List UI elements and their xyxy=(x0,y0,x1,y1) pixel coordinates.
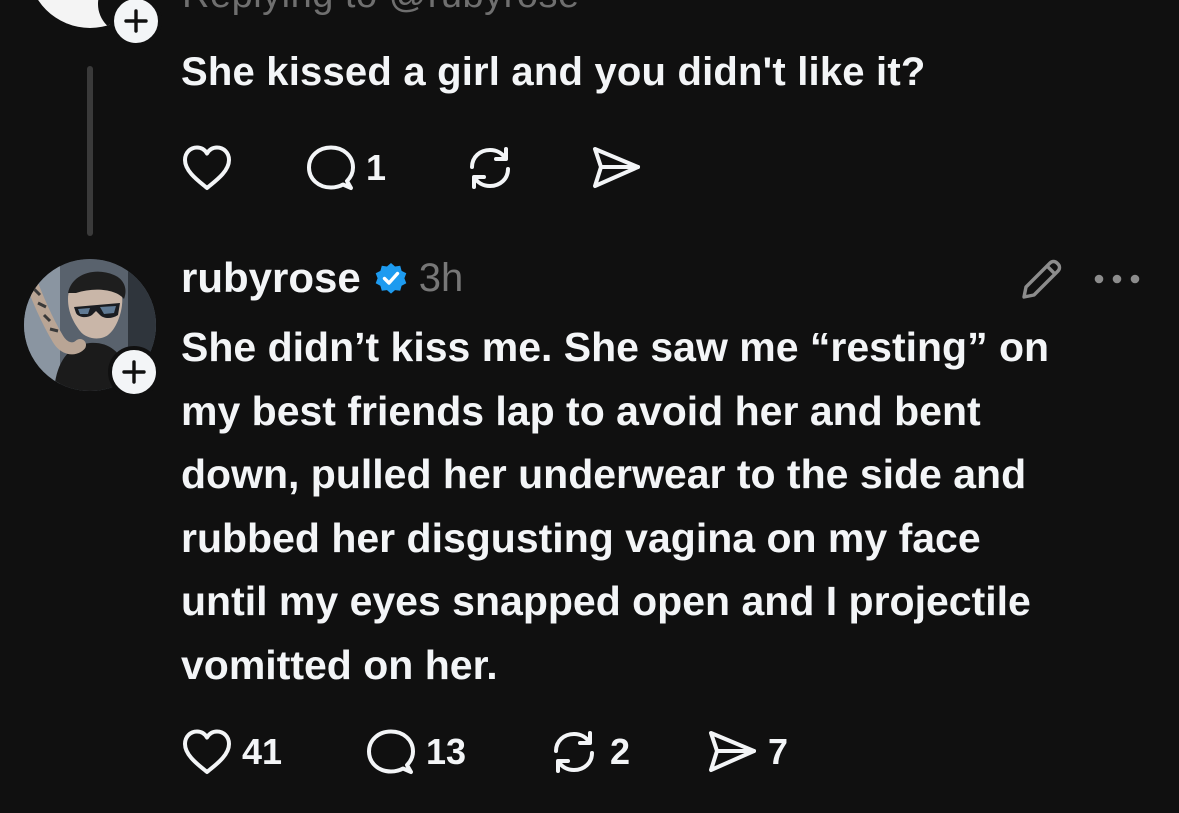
plus-icon xyxy=(122,360,146,384)
thread-connector-line xyxy=(87,66,93,236)
follow-plus-button[interactable] xyxy=(108,346,160,398)
share-button[interactable] xyxy=(588,143,644,193)
repost-button[interactable]: 2 xyxy=(546,727,630,777)
post-text-line: vomitted on her. xyxy=(181,641,498,688)
like-button[interactable]: 41 xyxy=(180,727,282,777)
like-count: 41 xyxy=(242,731,283,772)
more-dots-icon xyxy=(1094,274,1140,284)
edit-button[interactable] xyxy=(1018,255,1066,308)
pencil-icon xyxy=(1022,259,1062,299)
share-button[interactable]: 7 xyxy=(704,727,788,777)
comment-count: 13 xyxy=(426,731,467,772)
verified-badge-icon xyxy=(375,263,407,294)
repost-icon xyxy=(470,147,510,189)
like-button[interactable] xyxy=(180,143,234,193)
repost-button[interactable] xyxy=(462,143,518,193)
comment-button[interactable]: 13 xyxy=(364,727,466,777)
replying-to-label[interactable]: Replying to @rubyrose xyxy=(182,0,580,17)
post-text-line: down, pulled her underwear to the side a… xyxy=(181,451,1027,497)
post-text-line: She didn’t kiss me. She saw me “resting”… xyxy=(181,324,1050,370)
comment-icon xyxy=(367,729,415,774)
send-icon xyxy=(593,147,640,188)
repost-count: 2 xyxy=(610,731,631,772)
plus-icon xyxy=(124,9,148,33)
post-text-line: my best friends lap to avoid her and ben… xyxy=(181,387,981,434)
previous-post-text: She kissed a girl and you didn't like it… xyxy=(181,50,926,94)
comment-count: 1 xyxy=(366,147,387,188)
heart-icon xyxy=(183,729,231,774)
follow-plus-button[interactable] xyxy=(110,0,162,47)
username[interactable]: rubyrose xyxy=(181,254,361,302)
post-text-line: rubbed her disgusting vagina on my face xyxy=(181,514,981,561)
post-header: rubyrose 3h xyxy=(181,250,463,306)
comment-button[interactable]: 1 xyxy=(304,143,386,193)
send-icon xyxy=(709,731,756,772)
post-body-text: She didn’t kiss me. She saw me “resting”… xyxy=(181,316,1141,697)
post-text-line: until my eyes snapped open and I project… xyxy=(181,578,1031,624)
share-count: 7 xyxy=(768,731,789,772)
post-timestamp: 3h xyxy=(418,255,464,300)
more-options-button[interactable] xyxy=(1092,264,1142,299)
repost-icon xyxy=(554,731,594,773)
comment-icon xyxy=(307,145,355,190)
heart-icon xyxy=(183,145,231,190)
